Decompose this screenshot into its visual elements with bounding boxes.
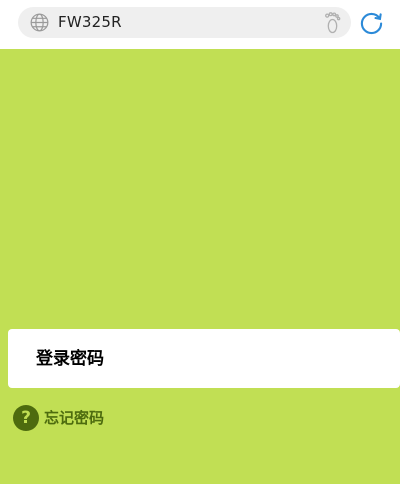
browser-top-bar: FW325R xyxy=(0,0,400,49)
forgot-password-link[interactable]: ? 忘记密码 xyxy=(13,404,104,431)
globe-icon xyxy=(30,13,49,32)
address-text: FW325R xyxy=(58,13,122,31)
address-bar[interactable]: FW325R xyxy=(18,7,351,38)
question-icon: ? xyxy=(13,404,39,431)
refresh-icon[interactable] xyxy=(359,11,384,36)
forgot-password-label: 忘记密码 xyxy=(44,409,105,427)
footprint-icon[interactable] xyxy=(322,11,342,35)
login-password-input[interactable] xyxy=(8,329,400,388)
